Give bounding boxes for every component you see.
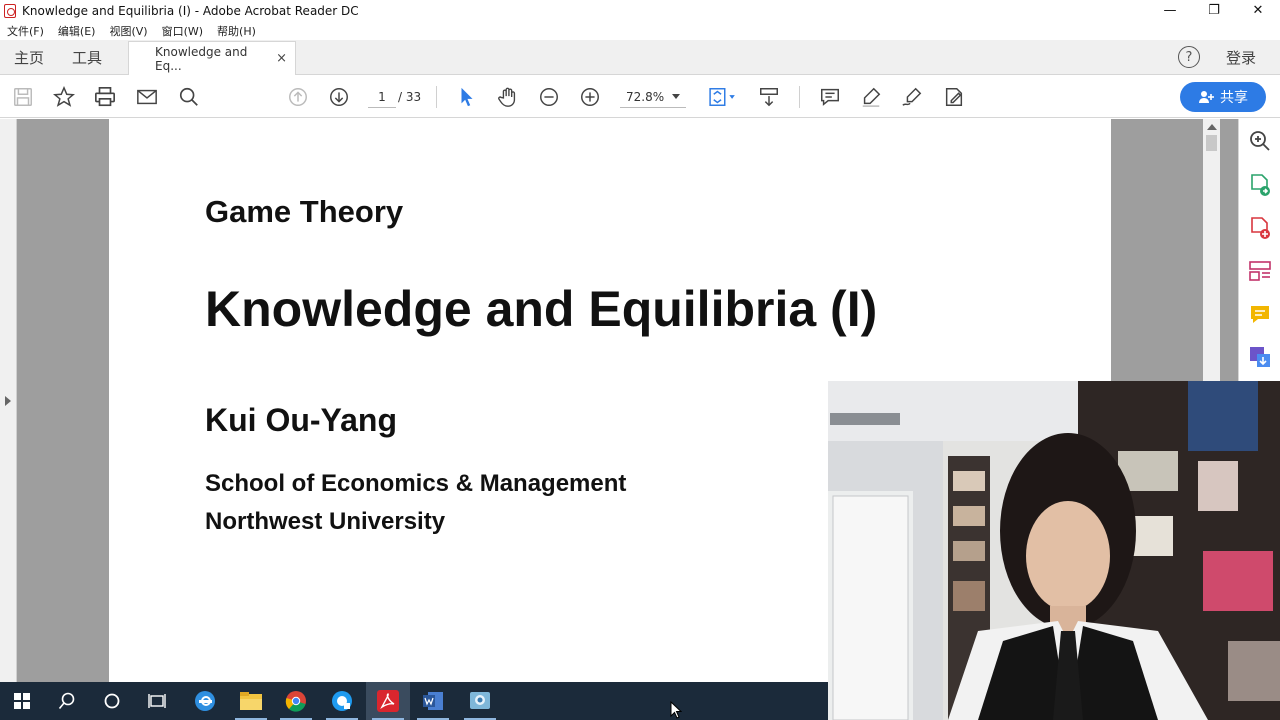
scrollbar-thumb[interactable]	[1206, 135, 1217, 151]
main-toolbar: 1 / 33 72.8%	[0, 76, 1280, 118]
comment-icon[interactable]	[818, 85, 842, 109]
left-panel-toggle[interactable]	[0, 119, 17, 682]
webcam-overlay	[828, 381, 1280, 720]
scroll-mode-icon[interactable]	[757, 85, 781, 109]
windows-taskbar	[0, 682, 828, 720]
zoom-level-value: 72.8%	[626, 89, 665, 104]
toolbar-divider	[799, 86, 800, 108]
select-cursor-icon[interactable]	[455, 85, 479, 109]
tab-tools[interactable]: 工具	[58, 40, 116, 74]
organize-pages-icon[interactable]	[1248, 259, 1272, 283]
tab-document-label: Knowledge and Eq...	[155, 44, 248, 73]
help-icon[interactable]: ?	[1177, 46, 1200, 68]
scroll-up-arrow-icon[interactable]	[1207, 124, 1217, 130]
edit-pdf-icon[interactable]	[942, 85, 966, 109]
menu-window[interactable]: 窗口(W)	[155, 23, 210, 39]
course-title: Game Theory	[205, 194, 404, 229]
menu-edit[interactable]: 编辑(E)	[51, 23, 103, 39]
cortana-icon[interactable]	[90, 682, 134, 720]
word-icon[interactable]	[411, 682, 455, 720]
menu-bar: 文件(F) 编辑(E) 视图(V) 窗口(W) 帮助(H)	[0, 21, 1280, 40]
chevron-down-icon	[672, 94, 680, 99]
bookmark-star-icon[interactable]	[52, 85, 76, 109]
acrobat-app-icon	[4, 3, 16, 18]
expand-arrow-icon	[5, 396, 11, 406]
minimize-button[interactable]: —	[1148, 0, 1192, 21]
page-number-input[interactable]: 1	[368, 86, 396, 108]
zoom-out-icon[interactable]	[537, 85, 561, 109]
video-app-icon[interactable]	[320, 682, 364, 720]
presenter-video-image	[828, 381, 1280, 720]
screen-recorder-icon[interactable]	[458, 682, 502, 720]
window-title: Knowledge and Equilibria (I) - Adobe Acr…	[22, 3, 359, 18]
acrobat-taskbar-icon[interactable]	[366, 682, 410, 720]
edge-browser-icon[interactable]	[183, 682, 227, 720]
mouse-cursor-icon	[670, 701, 682, 719]
affiliation-university: Northwest University	[205, 508, 446, 535]
share-button[interactable]: 共享	[1180, 82, 1266, 112]
share-button-label: 共享	[1220, 90, 1248, 106]
search-icon[interactable]	[177, 85, 201, 109]
fit-page-icon[interactable]	[706, 85, 738, 109]
zoom-in-icon[interactable]	[578, 85, 602, 109]
restore-button[interactable]: ❐	[1192, 0, 1236, 21]
email-icon[interactable]	[135, 85, 159, 109]
tab-document[interactable]: Knowledge and Eq... ×	[128, 41, 296, 75]
menu-file[interactable]: 文件(F)	[0, 23, 51, 39]
save-icon[interactable]	[11, 85, 35, 109]
login-link[interactable]: 登录	[1226, 47, 1256, 68]
file-explorer-icon[interactable]	[229, 682, 273, 720]
affiliation-school: School of Economics & Management	[205, 470, 627, 497]
start-button[interactable]	[0, 682, 44, 720]
hand-tool-icon[interactable]	[496, 85, 520, 109]
close-button[interactable]: ✕	[1236, 0, 1280, 21]
menu-help[interactable]: 帮助(H)	[210, 23, 263, 39]
page-total-label: / 33	[398, 90, 422, 104]
comment-tool-icon[interactable]	[1248, 303, 1272, 327]
zoom-level-select[interactable]: 72.8%	[620, 86, 686, 108]
print-icon[interactable]	[93, 85, 117, 109]
author-name: Kui Ou-Yang	[205, 402, 397, 438]
tools-pane	[1238, 119, 1280, 381]
zoom-search-icon[interactable]	[1248, 129, 1272, 153]
title-bar: Knowledge and Equilibria (I) - Adobe Acr…	[0, 0, 1280, 21]
export-pdf-icon[interactable]	[1248, 173, 1272, 197]
create-pdf-icon[interactable]	[1248, 216, 1272, 240]
windows-logo-icon	[14, 693, 30, 709]
tab-home[interactable]: 主页	[0, 40, 58, 74]
menu-view[interactable]: 视图(V)	[102, 23, 154, 39]
previous-page-icon[interactable]	[286, 85, 310, 109]
scan-ocr-icon[interactable]	[1248, 345, 1272, 369]
chrome-icon[interactable]	[274, 682, 318, 720]
add-user-icon	[1199, 91, 1214, 103]
lecture-title: Knowledge and Equilibria (I)	[205, 281, 878, 337]
sign-icon[interactable]	[900, 85, 924, 109]
taskbar-search-icon[interactable]	[45, 682, 89, 720]
task-view-icon[interactable]	[135, 682, 179, 720]
toolbar-divider	[436, 86, 437, 108]
next-page-icon[interactable]	[327, 85, 351, 109]
highlight-pen-icon[interactable]	[859, 85, 883, 109]
tab-close-icon[interactable]: ×	[276, 51, 287, 66]
tab-bar: 主页 工具 Knowledge and Eq... × ? 登录	[0, 40, 1280, 75]
